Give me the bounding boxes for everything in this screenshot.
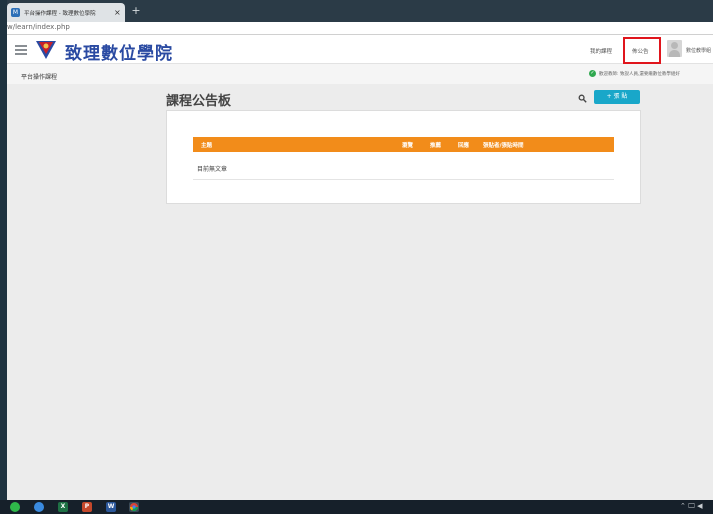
url-text[interactable]: w/learn/index.php: [7, 23, 70, 31]
welcome-notice: ✓ 歡迎教師: 致說人員,還要繼數位教學組好: [589, 70, 680, 77]
column-poster-time[interactable]: 張貼者/張貼時間: [483, 141, 524, 149]
browser-window: M 平台操作課程 - 致理數位學院 × + w/learn/index.php …: [7, 0, 713, 500]
tab-title: 平台操作課程 - 致理數位學院: [24, 10, 96, 17]
column-replies[interactable]: 回應: [458, 141, 469, 149]
close-icon[interactable]: ×: [114, 8, 121, 18]
column-recommend[interactable]: 推薦: [430, 141, 441, 149]
menu-icon[interactable]: [15, 45, 27, 55]
taskbar: X P W ⌃ 🖵 ◀: [0, 500, 713, 514]
favicon-icon: M: [11, 8, 20, 17]
tab-strip: M 平台操作課程 - 致理數位學院 × +: [7, 0, 713, 22]
bulletin-panel: 主題 瀏覽 推薦 回應 張貼者/張貼時間 目前無文章: [166, 110, 641, 204]
school-logo-icon[interactable]: [35, 39, 57, 61]
nav-bulletin-link[interactable]: 佈公告: [632, 47, 649, 55]
chrome-icon[interactable]: [129, 502, 139, 512]
browser-tab[interactable]: M 平台操作課程 - 致理數位學院 ×: [7, 3, 125, 22]
word-icon[interactable]: W: [106, 502, 116, 512]
nav-my-courses-link[interactable]: 我的課程: [590, 47, 612, 55]
line-icon[interactable]: [10, 502, 20, 512]
breadcrumb[interactable]: 平台操作課程: [21, 72, 57, 81]
main-content: 課程公告板 + 張 貼 主題 瀏覽 推薦 回應 張貼者/張貼時間 目前無文章: [7, 84, 713, 500]
new-tab-button[interactable]: +: [129, 4, 143, 18]
edge-icon[interactable]: [34, 502, 44, 512]
page-title: 課程公告板: [166, 94, 232, 109]
post-button[interactable]: + 張 貼: [594, 90, 640, 104]
table-header: 主題 瀏覽 推薦 回應 張貼者/張貼時間: [193, 137, 614, 152]
user-name[interactable]: 數位教學組: [686, 47, 711, 54]
system-tray[interactable]: ⌃ 🖵 ◀: [680, 502, 702, 511]
info-icon: ✓: [589, 70, 596, 77]
site-title[interactable]: 致理數位學院: [65, 39, 173, 64]
site-header: 致理數位學院 我的課程 佈公告 數位教學組: [7, 35, 713, 64]
notice-text: 歡迎教師: 致說人員,還要繼數位教學組好: [599, 71, 680, 77]
desktop-background: [0, 0, 7, 500]
address-bar[interactable]: w/learn/index.php: [7, 22, 713, 35]
search-icon[interactable]: [578, 94, 587, 103]
powerpoint-icon[interactable]: P: [82, 502, 92, 512]
excel-icon[interactable]: X: [58, 502, 68, 512]
empty-message: 目前無文章: [197, 166, 228, 173]
divider: [193, 179, 614, 180]
column-subject[interactable]: 主題: [201, 141, 212, 149]
avatar[interactable]: [667, 40, 682, 57]
sub-header: 平台操作課程 ✓ 歡迎教師: 致說人員,還要繼數位教學組好: [7, 64, 713, 84]
column-views[interactable]: 瀏覽: [402, 141, 413, 149]
